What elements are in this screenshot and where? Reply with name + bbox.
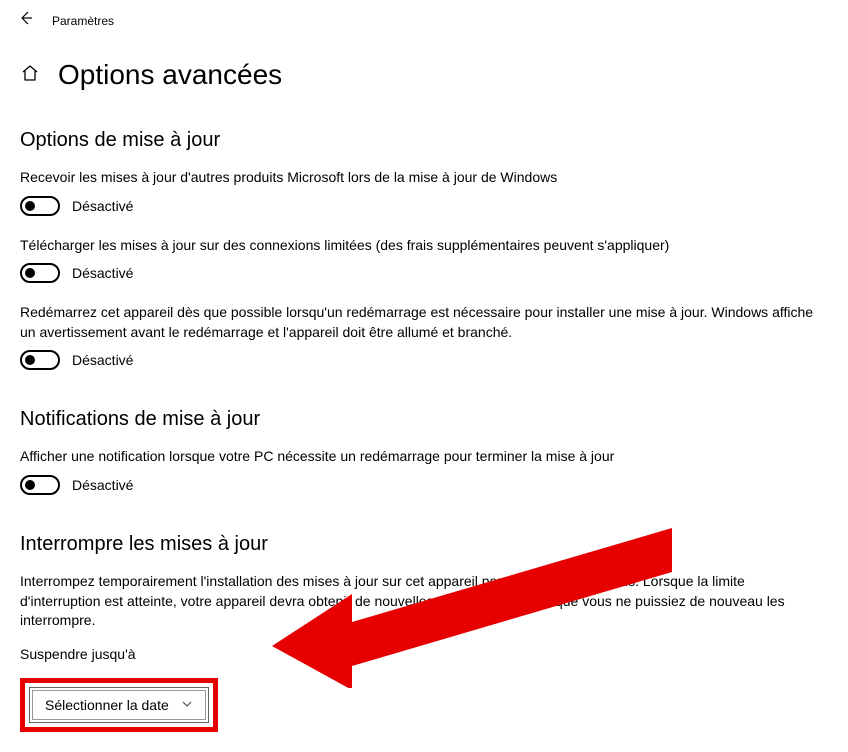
date-select-label: Sélectionner la date	[45, 697, 169, 713]
toggle-receive-other-products[interactable]	[20, 196, 60, 216]
toggle-knob	[25, 355, 35, 365]
option-text: Recevoir les mises à jour d'autres produ…	[20, 168, 828, 188]
option-restart-notification: Afficher une notification lorsque votre …	[20, 447, 828, 495]
date-select-dropdown[interactable]: Sélectionner la date	[32, 690, 206, 720]
toggle-metered-connections[interactable]	[20, 263, 60, 283]
option-restart-asap: Redémarrez cet appareil dès que possible…	[20, 303, 828, 370]
section-heading-notifications: Notifications de mise à jour	[20, 408, 828, 431]
home-icon[interactable]	[20, 63, 40, 88]
annotation-highlight-box: Sélectionner la date	[20, 678, 218, 732]
pause-updates-description: Interrompez temporairement l'installatio…	[20, 572, 828, 631]
option-receive-other-products: Recevoir les mises à jour d'autres produ…	[20, 168, 828, 216]
toggle-row: Désactivé	[20, 196, 828, 216]
option-text: Afficher une notification lorsque votre …	[20, 447, 828, 467]
header-bar: Paramètres	[0, 0, 848, 41]
page-title: Options avancées	[58, 59, 282, 91]
section-heading-pause-updates: Interrompre les mises à jour	[20, 533, 828, 556]
chevron-down-icon	[181, 698, 193, 713]
toggle-restart-asap[interactable]	[20, 350, 60, 370]
toggle-row: Désactivé	[20, 475, 828, 495]
back-arrow-icon[interactable]	[18, 10, 34, 31]
toggle-state-label: Désactivé	[72, 352, 133, 368]
toggle-state-label: Désactivé	[72, 477, 133, 493]
date-select-outer: Sélectionner la date	[29, 687, 209, 723]
pause-until-label: Suspendre jusqu'à	[20, 645, 828, 665]
toggle-state-label: Désactivé	[72, 198, 133, 214]
toggle-knob	[25, 201, 35, 211]
header-title: Paramètres	[52, 14, 114, 28]
option-text: Télécharger les mises à jour sur des con…	[20, 236, 828, 256]
toggle-row: Désactivé	[20, 350, 828, 370]
page-title-row: Options avancées	[20, 59, 828, 91]
toggle-row: Désactivé	[20, 263, 828, 283]
toggle-restart-notification[interactable]	[20, 475, 60, 495]
section-heading-update-options: Options de mise à jour	[20, 129, 828, 152]
option-metered-connections: Télécharger les mises à jour sur des con…	[20, 236, 828, 284]
toggle-knob	[25, 268, 35, 278]
toggle-knob	[25, 480, 35, 490]
toggle-state-label: Désactivé	[72, 265, 133, 281]
option-text: Redémarrez cet appareil dès que possible…	[20, 303, 828, 342]
content-area: Options avancées Options de mise à jour …	[0, 41, 848, 752]
